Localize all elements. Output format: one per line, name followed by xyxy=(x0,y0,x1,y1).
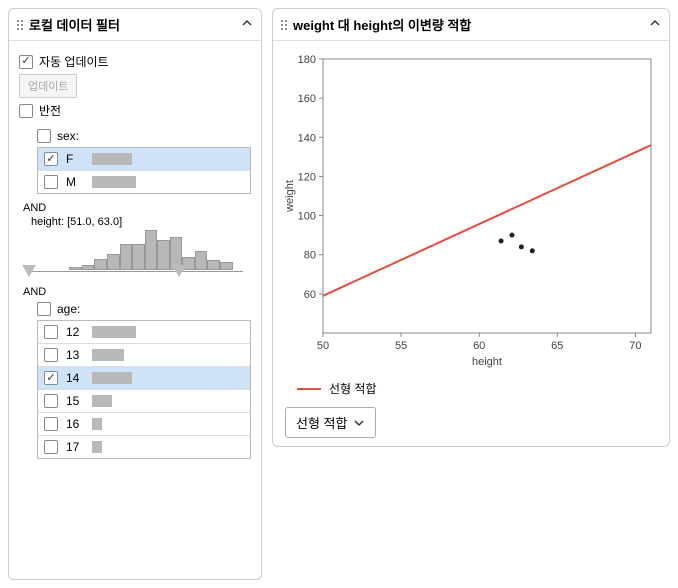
age-item-checkbox[interactable] xyxy=(44,417,58,431)
svg-text:60: 60 xyxy=(304,289,316,301)
filter-title: 로컬 데이터 필터 xyxy=(29,15,120,34)
legend: 선형 적합 xyxy=(297,380,661,397)
age-item-15[interactable]: 15 xyxy=(38,390,250,413)
sex-item-M[interactable]: M xyxy=(38,171,250,193)
and-label-2: AND xyxy=(23,286,251,298)
age-item-bar xyxy=(92,372,132,384)
age-item-13[interactable]: 13 xyxy=(38,344,250,367)
svg-text:100: 100 xyxy=(298,211,316,223)
svg-text:120: 120 xyxy=(298,171,316,183)
sex-item-F[interactable]: F xyxy=(38,148,250,171)
height-histogram xyxy=(27,230,243,278)
svg-text:55: 55 xyxy=(395,340,407,352)
svg-text:50: 50 xyxy=(317,340,329,352)
fit-dropdown-label: 선형 적합 xyxy=(296,413,347,432)
fit-dropdown[interactable]: 선형 적합 xyxy=(285,407,376,438)
svg-text:65: 65 xyxy=(551,340,563,352)
update-button[interactable]: 업데이트 xyxy=(19,74,77,98)
height-range-label: height: [51.0, 63.0] xyxy=(31,216,251,228)
sex-listbox: F M xyxy=(37,147,251,194)
age-listbox: 12 13 14 15 16 17 xyxy=(37,320,251,459)
grip-icon[interactable] xyxy=(17,20,23,30)
svg-text:70: 70 xyxy=(629,340,641,352)
filter-panel: 로컬 데이터 필터 자동 업데이트 업데이트 반전 sex: F M AND h… xyxy=(8,8,262,580)
age-group-checkbox[interactable] xyxy=(37,302,51,316)
age-item-checkbox[interactable] xyxy=(44,440,58,454)
sex-item-label: M xyxy=(66,175,84,189)
slider-handle-right[interactable] xyxy=(172,265,186,277)
sex-item-bar xyxy=(92,153,132,165)
age-label: age: xyxy=(57,302,80,316)
age-item-label: 15 xyxy=(66,394,84,408)
auto-update-label: 자동 업데이트 xyxy=(39,53,109,70)
age-item-17[interactable]: 17 xyxy=(38,436,250,458)
age-item-bar xyxy=(92,418,102,430)
filter-body: 자동 업데이트 업데이트 반전 sex: F M AND height: [51… xyxy=(9,41,261,467)
age-item-label: 16 xyxy=(66,417,84,431)
grip-icon[interactable] xyxy=(281,20,287,30)
sex-item-checkbox[interactable] xyxy=(44,152,58,166)
age-item-bar xyxy=(92,349,124,361)
invert-label: 반전 xyxy=(39,102,61,119)
collapse-icon[interactable] xyxy=(649,17,661,32)
age-item-checkbox[interactable] xyxy=(44,325,58,339)
sex-item-checkbox[interactable] xyxy=(44,175,58,189)
svg-text:80: 80 xyxy=(304,250,316,262)
age-item-bar xyxy=(92,395,112,407)
scatter-chart: 60 80 100 120 140 160 180 50 55 60 65 70 weight heigh… xyxy=(281,49,661,369)
and-label-1: AND xyxy=(23,202,251,214)
sex-item-bar xyxy=(92,176,136,188)
invert-checkbox[interactable] xyxy=(19,104,33,118)
age-item-14[interactable]: 14 xyxy=(38,367,250,390)
svg-text:weight: weight xyxy=(284,180,296,213)
chart-title: weight 대 height의 이변량 적합 xyxy=(293,15,471,34)
sex-group-checkbox[interactable] xyxy=(37,129,51,143)
age-item-label: 12 xyxy=(66,325,84,339)
age-item-bar xyxy=(92,441,102,453)
age-item-12[interactable]: 12 xyxy=(38,321,250,344)
age-item-16[interactable]: 16 xyxy=(38,413,250,436)
chevron-down-icon xyxy=(353,417,365,429)
collapse-icon[interactable] xyxy=(241,17,253,32)
age-item-checkbox[interactable] xyxy=(44,348,58,362)
chart-header: weight 대 height의 이변량 적합 xyxy=(273,9,669,41)
slider-handle-left[interactable] xyxy=(22,265,36,277)
sex-label: sex: xyxy=(57,129,79,143)
svg-text:60: 60 xyxy=(473,340,485,352)
svg-text:height: height xyxy=(472,356,502,368)
auto-update-checkbox[interactable] xyxy=(19,55,33,69)
age-item-label: 14 xyxy=(66,371,84,385)
svg-text:140: 140 xyxy=(298,132,316,144)
age-item-label: 13 xyxy=(66,348,84,362)
legend-line-icon xyxy=(297,388,321,390)
sex-item-label: F xyxy=(66,152,84,166)
height-slider[interactable] xyxy=(27,268,243,276)
filter-header: 로컬 데이터 필터 xyxy=(9,9,261,41)
legend-label: 선형 적합 xyxy=(329,380,377,397)
chart-panel: weight 대 height의 이변량 적합 60 80 100 120 140 160… xyxy=(272,8,670,447)
age-item-label: 17 xyxy=(66,440,84,454)
svg-text:180: 180 xyxy=(298,54,316,66)
svg-text:160: 160 xyxy=(298,93,316,105)
age-item-bar xyxy=(92,326,136,338)
age-item-checkbox[interactable] xyxy=(44,394,58,408)
age-item-checkbox[interactable] xyxy=(44,371,58,385)
chart-body: 60 80 100 120 140 160 180 50 55 60 65 70 weight heigh… xyxy=(273,41,669,446)
